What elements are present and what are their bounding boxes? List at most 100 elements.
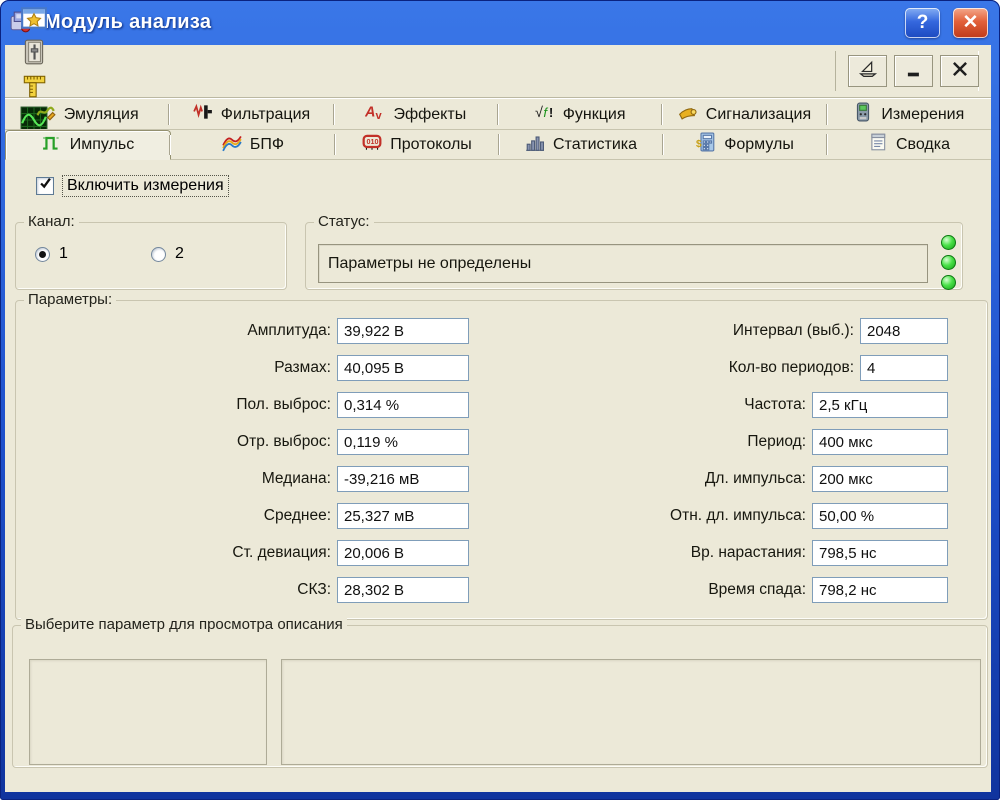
- radio-channel-1[interactable]: 1: [35, 245, 151, 263]
- parameter-row: Дл. импульса:200 мкс: [518, 466, 948, 492]
- parameter-value-field[interactable]: 798,2 нс: [812, 577, 948, 603]
- tab-signaling[interactable]: Сигнализация: [662, 100, 826, 129]
- parameter-label: Отр. выброс:: [237, 433, 331, 451]
- tab-label: Импульс: [70, 136, 134, 154]
- tab-label: Эмуляция: [64, 106, 139, 124]
- help-button[interactable]: ?: [905, 8, 940, 38]
- parameter-row: Среднее:25,327 мВ: [16, 503, 469, 529]
- minimize-icon: [903, 58, 925, 85]
- toolbar-button-rollup[interactable]: [848, 55, 887, 87]
- toolbar-button-favorites-window[interactable]: [17, 3, 51, 37]
- tab-label: Статистика: [553, 136, 637, 154]
- parameter-value-field[interactable]: 4: [860, 355, 948, 381]
- tab-measurements[interactable]: Измерения: [827, 100, 991, 129]
- formulas-icon: $: [696, 132, 716, 157]
- radio-button-icon: [151, 247, 166, 262]
- parameter-row: Частота: 2,5 кГц: [518, 392, 948, 418]
- tab-row-1: Эмуляция Фильтрация AvЭффекты √f! Функция Сиг…: [5, 100, 991, 130]
- tab-label: Сводка: [896, 136, 950, 154]
- channel-group-title: Канал:: [24, 213, 79, 230]
- enable-measurements-checkbox[interactable]: [36, 177, 54, 195]
- parameter-value-field[interactable]: 0,314 %: [337, 392, 469, 418]
- status-group-title: Статус:: [314, 213, 374, 230]
- tab-summary[interactable]: Сводка: [827, 130, 991, 159]
- analysis-module-window: Модуль анализа ? ✕ Эмуляция Фильтрация AvЭ…: [0, 0, 1000, 800]
- impulse-icon: [42, 133, 62, 158]
- status-led-column: [941, 235, 956, 290]
- tab-label: Функция: [563, 106, 626, 124]
- summary-icon: [868, 132, 888, 157]
- parameter-value-field[interactable]: -39,216 мВ: [337, 466, 469, 492]
- parameters-group: Параметры: Амплитуда:39,922 ВРазмах:40,0…: [15, 300, 988, 620]
- status-led-icon: [941, 255, 956, 270]
- client-area: Эмуляция Фильтрация AvЭффекты √f! Функция Сиг…: [5, 45, 991, 792]
- parameter-value-field[interactable]: 798,5 нс: [812, 540, 948, 566]
- tab-protocols[interactable]: 010 Протоколы: [335, 130, 499, 159]
- parameter-value-field[interactable]: 50,00 %: [812, 503, 948, 529]
- question-icon: ?: [917, 12, 929, 34]
- parameter-label: Отн. дл. импульса:: [670, 507, 806, 525]
- description-text-panel[interactable]: [281, 659, 981, 765]
- tab-statistics[interactable]: Статистика: [499, 130, 663, 159]
- signaling-icon: [678, 102, 698, 127]
- tab-label: Протоколы: [390, 136, 472, 154]
- parameter-value-field[interactable]: 400 мкс: [812, 429, 948, 455]
- parameter-value-field[interactable]: 40,095 В: [337, 355, 469, 381]
- svg-text:A: A: [365, 104, 375, 120]
- tab-row-2: Импульс БПФ 010 Протоколы Статистика $Формулы…: [5, 130, 991, 160]
- parameter-value-field[interactable]: 0,119 %: [337, 429, 469, 455]
- description-group: Выберите параметр для просмотра описания: [12, 625, 988, 768]
- tab-effects[interactable]: AvЭффекты: [334, 100, 498, 129]
- radio-label: 2: [175, 245, 184, 263]
- parameter-value-field[interactable]: 200 мкс: [812, 466, 948, 492]
- parameter-label: Амплитуда:: [247, 322, 331, 340]
- svg-text:$: $: [696, 139, 702, 150]
- parameter-row: Вр. нарастания:798,5 нс: [518, 540, 948, 566]
- enable-measurements-option[interactable]: Включить измерения: [36, 176, 228, 196]
- tab-formulas[interactable]: $Формулы: [663, 130, 827, 159]
- tab-impulse[interactable]: Импульс: [5, 130, 171, 160]
- parameter-label: СКЗ:: [297, 581, 331, 599]
- tab-emulation[interactable]: Эмуляция: [5, 100, 169, 129]
- close-icon: ✕: [963, 11, 979, 34]
- parameter-value-field[interactable]: 2,5 кГц: [812, 392, 948, 418]
- parameter-value-field[interactable]: 2048: [860, 318, 948, 344]
- function-icon: √f!: [535, 102, 555, 127]
- parameter-value-field[interactable]: 28,302 В: [337, 577, 469, 603]
- tab-function[interactable]: √f! Функция: [498, 100, 662, 129]
- parameter-label: Частота:: [744, 396, 806, 414]
- tab-fft[interactable]: БПФ: [171, 130, 335, 159]
- radio-label: 1: [59, 245, 68, 263]
- fft-icon: [222, 132, 242, 157]
- window-title: Модуль анализа: [44, 11, 892, 34]
- close-button[interactable]: ✕: [953, 8, 988, 38]
- parameter-label: Пол. выброс:: [236, 396, 331, 414]
- parameter-row: Интервал (выб.):2048: [518, 318, 948, 344]
- parameter-row: Кол-во периодов:4: [518, 355, 948, 381]
- parameter-label: Время спада:: [708, 581, 806, 599]
- parameter-value-field[interactable]: 39,922 В: [337, 318, 469, 344]
- toolbar-button-minimize[interactable]: [894, 55, 933, 87]
- parameter-row: Амплитуда: 39,922 В: [16, 318, 469, 344]
- parameter-label: Медиана:: [262, 470, 331, 488]
- tab-label: Эффекты: [393, 106, 466, 124]
- enable-measurements-label: Включить измерения: [63, 176, 228, 196]
- radio-channel-2[interactable]: 2: [151, 245, 267, 263]
- radio-button-icon: [35, 247, 50, 262]
- description-list-panel[interactable]: [29, 659, 267, 765]
- titlebar[interactable]: Модуль анализа ? ✕: [5, 0, 991, 45]
- parameter-value-field[interactable]: 20,006 В: [337, 540, 469, 566]
- tab-filtration[interactable]: Фильтрация: [169, 100, 333, 129]
- toolbar-button-journal[interactable]: [17, 37, 51, 71]
- parameter-row: Время спада: 798,2 нс: [518, 577, 948, 603]
- protocols-icon: 010: [362, 132, 382, 157]
- parameter-row: Отр. выброс: 0,119 %: [16, 429, 469, 455]
- parameters-group-title: Параметры:: [24, 291, 116, 308]
- parameter-row: Ст. девиация:20,006 В: [16, 540, 469, 566]
- tab-strip: Эмуляция Фильтрация AvЭффекты √f! Функция Сиг…: [5, 100, 991, 160]
- parameter-row: Период:400 мкс: [518, 429, 948, 455]
- tab-label: Фильтрация: [221, 106, 310, 124]
- filtration-icon: [193, 102, 213, 127]
- parameter-value-field[interactable]: 25,327 мВ: [337, 503, 469, 529]
- toolbar-button-close-panel[interactable]: [940, 55, 979, 87]
